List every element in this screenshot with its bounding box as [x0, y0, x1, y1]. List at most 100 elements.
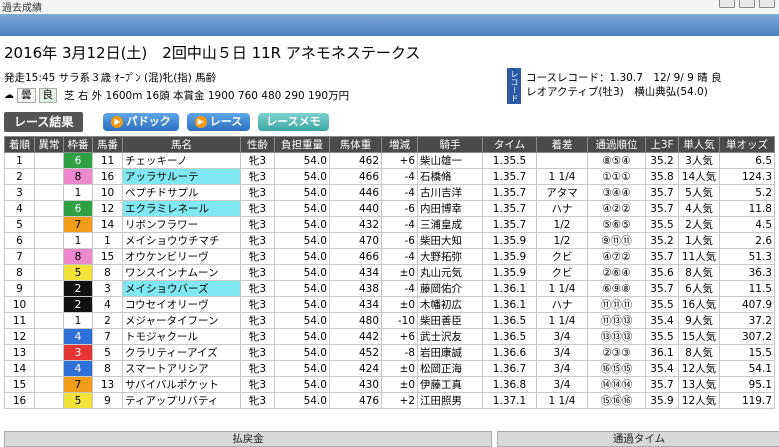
close-icon[interactable] — [759, 0, 775, 8]
table-cell: -10 — [381, 312, 418, 329]
table-cell: 35.5 — [645, 328, 679, 345]
column-header[interactable]: 枠番 — [63, 136, 93, 153]
table-cell: 54.0 — [274, 312, 330, 329]
header-band — [0, 14, 779, 36]
column-header[interactable]: 馬番 — [92, 136, 123, 153]
horse-name-cell[interactable]: ティアップリバティ — [122, 392, 241, 409]
column-header[interactable]: 単オッズ — [719, 136, 775, 153]
table-cell: +6 — [381, 328, 418, 345]
table-cell — [34, 184, 64, 201]
column-header[interactable]: 負担重量 — [274, 136, 330, 153]
table-row[interactable]: 3 1 10 ペプチドサプル 牝3 54.0 446 -4 古川吉洋 1.35.7 アタマ ③④④ 35… — [4, 184, 775, 201]
horse-name-cell[interactable]: ペプチドサプル — [122, 184, 241, 201]
table-cell: -4 — [381, 248, 418, 265]
table-row[interactable]: 15 7 13 サバイバルポケット 牝3 54.0 430 ±0 伊藤工真 1.36.8 3/4 ⑭⑭… — [4, 376, 775, 393]
table-row[interactable]: 7 8 15 オウケンビリーヴ 牝3 54.0 466 -4 大野拓弥 1.35.9 クビ ④⑦② 35… — [4, 248, 775, 265]
table-row[interactable]: 14 4 8 スマートアリシア 牝3 54.0 424 ±0 松岡正海 1.36.7 3/4 ⑯⑮⑮ 3… — [4, 360, 775, 377]
table-cell: 35.4 — [645, 360, 679, 377]
play-icon: ▶ — [194, 116, 207, 128]
table-cell: -4 — [381, 216, 418, 233]
horse-name-cell[interactable]: コウセイオリーヴ — [122, 296, 241, 313]
table-cell: 松岡正海 — [417, 360, 483, 377]
table-cell: 15 — [92, 248, 123, 265]
table-cell: 11.5 — [719, 280, 775, 297]
cloud-icon: ☁ — [4, 90, 14, 101]
table-cell: 1.35.9 — [482, 248, 537, 265]
table-cell: -4 — [381, 168, 418, 185]
column-header[interactable]: 騎手 — [417, 136, 483, 153]
race-memo-button[interactable]: レースメモ — [258, 113, 329, 131]
table-cell: 446 — [329, 184, 382, 201]
weather-badge: 曇 — [17, 88, 36, 103]
horse-name-cell[interactable]: オウケンビリーヴ — [122, 248, 241, 265]
table-cell — [34, 232, 64, 249]
horse-name-cell[interactable]: チェッキーノ — [122, 152, 241, 169]
table-cell: 12 — [4, 328, 35, 345]
horse-name-cell[interactable]: メイショウバーズ — [122, 280, 241, 297]
horse-name-cell[interactable]: トモジャクール — [122, 328, 241, 345]
column-header[interactable]: 着順 — [4, 136, 35, 153]
table-cell: 54.0 — [274, 344, 330, 361]
table-cell: ⑯⑮⑮ — [587, 360, 646, 377]
column-header[interactable]: 馬体重 — [329, 136, 382, 153]
table-cell: 54.0 — [274, 376, 330, 393]
section-title: レース結果 — [4, 112, 84, 132]
column-header[interactable]: 上3F — [645, 136, 679, 153]
table-cell: 434 — [329, 296, 382, 313]
table-row[interactable]: 2 8 16 アッラサルーテ 牝3 54.0 466 -4 石橋脩 1.35.7 1 1/4 ①①① 3… — [4, 168, 775, 185]
table-row[interactable]: 4 6 12 エクラミレネール 牝3 54.0 440 -6 内田博幸 1.35.7 ハナ ④②② 35… — [4, 200, 775, 217]
table-cell: 3 — [92, 280, 123, 297]
table-cell: 伊藤工真 — [417, 376, 483, 393]
column-header[interactable]: 馬名 — [122, 136, 241, 153]
horse-name-cell[interactable]: エクラミレネール — [122, 200, 241, 217]
table-cell: 1 — [4, 152, 35, 169]
table-cell: 三浦皇成 — [417, 216, 483, 233]
table-cell: アタマ — [536, 184, 588, 201]
horse-name-cell[interactable]: クラリティーアイズ — [122, 344, 241, 361]
horse-name-cell[interactable]: メジャータイフーン — [122, 312, 241, 329]
paddock-button[interactable]: ▶ パドック — [103, 113, 179, 131]
horse-name-cell[interactable]: アッラサルーテ — [122, 168, 241, 185]
table-row[interactable]: 12 4 7 トモジャクール 牝3 54.0 442 +6 武士沢友 1.36.5 3/4 ⑬⑬⑬ 35… — [4, 328, 775, 345]
table-row[interactable]: 8 5 8 ワンスインナムーン 牝3 54.0 434 ±0 丸山元気 1.35.9 クビ ②⑥④ 35… — [4, 264, 775, 281]
table-cell: 5.2 — [719, 184, 775, 201]
minimize-icon[interactable] — [719, 0, 735, 8]
horse-name-cell[interactable]: メイショウウチマチ — [122, 232, 241, 249]
table-cell: 10 — [4, 296, 35, 313]
column-header[interactable]: 増減 — [381, 136, 418, 153]
horse-name-cell[interactable]: リボンフラワー — [122, 216, 241, 233]
table-cell: ハナ — [536, 296, 588, 313]
table-cell: 12人気 — [678, 360, 720, 377]
table-row[interactable]: 6 1 1 メイショウウチマチ 牝3 54.0 470 -6 柴田大知 1.35.9 1/2 ⑨⑪⑪ 3… — [4, 232, 775, 249]
race-video-button[interactable]: ▶ レース — [186, 113, 251, 131]
table-row[interactable]: 1 6 11 チェッキーノ 牝3 54.0 462 +6 柴山雄一 1.35.5 ⑧⑤④ 35.2 3人… — [4, 152, 775, 169]
table-cell: 1.35.7 — [482, 184, 537, 201]
table-cell: 11 — [4, 312, 35, 329]
table-row[interactable]: 10 2 4 コウセイオリーヴ 牝3 54.0 434 ±0 木幡初広 1.36.1 ハナ ⑪⑪⑪ 35… — [4, 296, 775, 313]
column-header[interactable]: 通過順位 — [587, 136, 646, 153]
table-cell: 54.0 — [274, 360, 330, 377]
table-cell: 15 — [4, 376, 35, 393]
table-cell: 牝3 — [240, 328, 275, 345]
horse-name-cell[interactable]: ワンスインナムーン — [122, 264, 241, 281]
table-row[interactable]: 13 3 5 クラリティーアイズ 牝3 54.0 452 -8 岩田康誠 1.36.6 3/4 ②③③… — [4, 344, 775, 361]
column-header[interactable]: 単人気 — [678, 136, 720, 153]
horse-name-cell[interactable]: サバイバルポケット — [122, 376, 241, 393]
column-header[interactable]: タイム — [482, 136, 537, 153]
results-table: 着順 異常 枠番 馬番 馬名 性齢 負担重量 馬体重 増減 騎手 タイム 着差 通過順位 上3F 単人気 単オ… — [4, 136, 775, 409]
table-cell: 1.36.7 — [482, 360, 537, 377]
table-row[interactable]: 9 2 3 メイショウバーズ 牝3 54.0 438 -4 藤岡佑介 1.36.1 1 1/4 ⑥⑨⑧… — [4, 280, 775, 297]
table-cell: 35.8 — [645, 168, 679, 185]
race-distance-prize: 芝 右 外 1600m 16頭 本賞金 1900 760 480 290 190… — [64, 90, 350, 102]
column-header[interactable]: 性齢 — [240, 136, 275, 153]
table-cell: 8 — [4, 264, 35, 281]
horse-name-cell[interactable]: スマートアリシア — [122, 360, 241, 377]
table-row[interactable]: 5 7 14 リボンフラワー 牝3 54.0 432 -4 三浦皇成 1.35.7 1/2 ⑤⑥⑤ 35… — [4, 216, 775, 233]
table-row[interactable]: 11 1 2 メジャータイフーン 牝3 54.0 480 -10 柴田善臣 1.36.5 1 1/4… — [4, 312, 775, 329]
table-cell: 36.3 — [719, 264, 775, 281]
column-header[interactable]: 着差 — [536, 136, 588, 153]
table-cell: 35.7 — [645, 376, 679, 393]
maximize-icon[interactable] — [739, 0, 755, 8]
table-row[interactable]: 16 5 9 ティアップリバティ 牝3 54.0 476 +2 江田照男 1.37.1 1 1/4 ⑮… — [4, 392, 775, 409]
column-header[interactable]: 異常 — [34, 136, 64, 153]
